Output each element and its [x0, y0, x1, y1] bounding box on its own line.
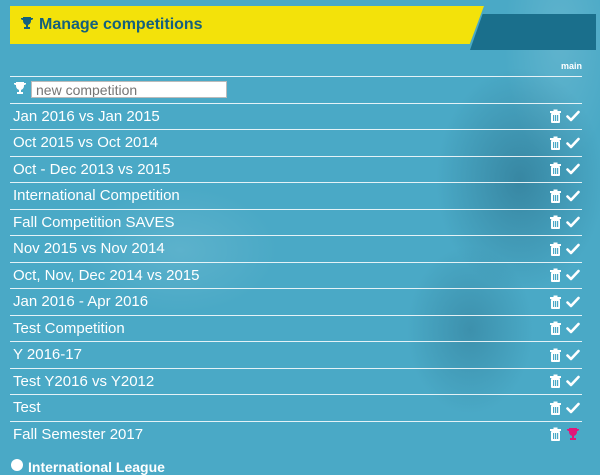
trash-icon[interactable] — [549, 189, 563, 203]
trash-icon[interactable] — [549, 109, 563, 124]
trash-icon[interactable] — [549, 136, 563, 150]
new-competition-input[interactable] — [31, 81, 227, 99]
row-actions — [549, 348, 582, 362]
check-icon[interactable] — [566, 242, 580, 256]
row-actions — [549, 427, 582, 442]
trash-icon[interactable] — [549, 242, 563, 256]
row-actions — [549, 215, 582, 230]
trash-icon[interactable] — [549, 374, 563, 389]
trash-icon[interactable] — [549, 348, 563, 362]
trash-icon[interactable] — [549, 295, 563, 309]
row-actions — [549, 321, 582, 336]
competition-row[interactable]: Nov 2015 vs Nov 2014 — [10, 235, 582, 262]
trash-icon[interactable] — [549, 321, 563, 336]
competition-row[interactable]: International Competition — [10, 182, 582, 209]
competition-name[interactable]: Jan 2016 vs Jan 2015 — [13, 108, 160, 125]
check-icon[interactable] — [566, 401, 580, 415]
competition-name[interactable]: Test — [13, 399, 41, 416]
check-icon[interactable] — [566, 268, 580, 282]
competition-name[interactable]: Oct, Nov, Dec 2014 vs 2015 — [13, 267, 199, 284]
check-icon[interactable] — [566, 136, 580, 150]
competition-row[interactable]: Test Competition — [10, 314, 582, 342]
row-actions — [549, 295, 582, 309]
competition-list: Jan 2016 vs Jan 2015 Oct 2015 vs Oct 2014… — [10, 76, 582, 447]
competition-row[interactable]: Fall Competition SAVES — [10, 208, 582, 236]
header-banner: Manage competitions — [10, 6, 484, 44]
trophy-icon — [20, 16, 34, 35]
competition-name[interactable]: Jan 2016 - Apr 2016 — [13, 293, 148, 310]
row-actions — [549, 109, 582, 124]
trash-icon[interactable] — [549, 427, 563, 442]
competition-name[interactable]: Oct - Dec 2013 vs 2015 — [13, 161, 171, 178]
check-icon[interactable] — [566, 189, 580, 203]
competition-name[interactable]: Test Competition — [13, 320, 125, 337]
check-icon[interactable] — [566, 374, 580, 388]
row-actions — [549, 136, 582, 150]
check-icon[interactable] — [566, 215, 580, 229]
competition-row[interactable]: Y 2016-17 — [10, 341, 582, 368]
competition-row[interactable]: Jan 2016 - Apr 2016 — [10, 288, 582, 315]
competition-row[interactable]: Oct, Nov, Dec 2014 vs 2015 — [10, 261, 582, 289]
competition-row[interactable]: Test — [10, 394, 582, 421]
main-label: main — [560, 61, 582, 71]
trash-icon[interactable] — [549, 215, 563, 230]
row-actions — [549, 401, 582, 415]
page-header: Manage competitions — [10, 6, 596, 50]
trophy-icon — [13, 81, 27, 99]
page-title: Manage competitions — [39, 16, 203, 33]
competition-row[interactable]: Test Y2016 vs Y2012 — [10, 367, 582, 395]
competition-name[interactable]: Nov 2015 vs Nov 2014 — [13, 240, 165, 257]
row-actions — [549, 189, 582, 203]
competition-name[interactable]: International Competition — [13, 187, 180, 204]
competition-name[interactable]: Oct 2015 vs Oct 2014 — [13, 134, 158, 151]
new-competition-row — [10, 76, 582, 103]
competition-row[interactable]: Fall Semester 2017 — [10, 420, 582, 448]
check-icon[interactable] — [566, 348, 580, 362]
check-icon[interactable] — [566, 162, 580, 176]
trophy-icon[interactable] — [566, 427, 580, 441]
competition-name[interactable]: Fall Competition SAVES — [13, 214, 174, 231]
row-actions — [549, 242, 582, 256]
trash-icon[interactable] — [549, 162, 563, 177]
competition-name[interactable]: Y 2016-17 — [13, 346, 82, 363]
trash-icon[interactable] — [549, 401, 563, 415]
competition-name[interactable]: Fall Semester 2017 — [13, 426, 143, 443]
international-league-section[interactable]: International League — [10, 458, 165, 475]
header-accent — [470, 14, 596, 50]
row-actions — [549, 268, 582, 283]
check-icon[interactable] — [566, 109, 580, 123]
row-actions — [549, 374, 582, 389]
check-icon[interactable] — [566, 321, 580, 335]
circle-icon — [10, 458, 24, 475]
competition-row[interactable]: Oct 2015 vs Oct 2014 — [10, 129, 582, 156]
section-label: International League — [28, 458, 165, 475]
row-actions — [549, 162, 582, 177]
trash-icon[interactable] — [549, 268, 563, 283]
competition-row[interactable]: Oct - Dec 2013 vs 2015 — [10, 155, 582, 183]
competition-row[interactable]: Jan 2016 vs Jan 2015 — [10, 102, 582, 130]
competition-name[interactable]: Test Y2016 vs Y2012 — [13, 373, 154, 390]
check-icon[interactable] — [566, 295, 580, 309]
